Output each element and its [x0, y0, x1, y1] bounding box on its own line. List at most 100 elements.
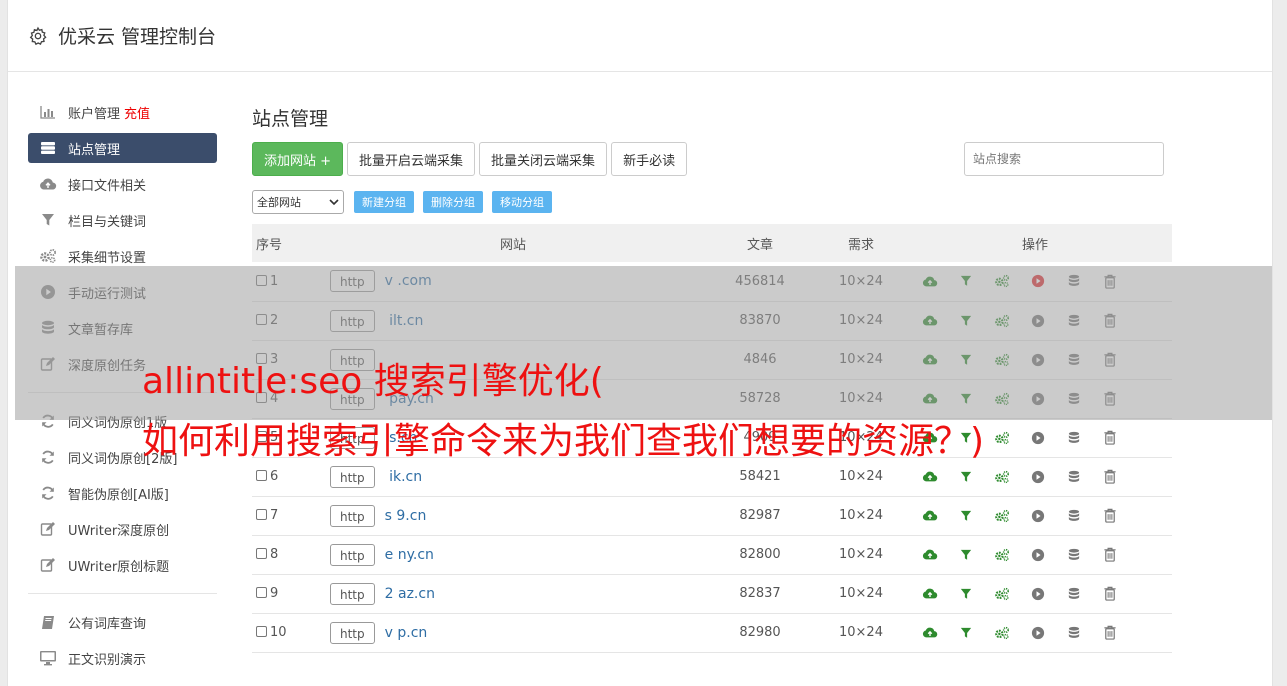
sidebar-item[interactable]: 栏目与关键词: [28, 202, 217, 238]
trash-icon[interactable]: [1092, 313, 1128, 328]
protocol-badge[interactable]: http: [330, 621, 375, 644]
cloud-upload-icon[interactable]: [912, 625, 948, 640]
sidebar-item[interactable]: 公有词库查询: [28, 604, 217, 640]
play-icon[interactable]: [1020, 547, 1056, 562]
database-icon[interactable]: [1056, 352, 1092, 367]
batch-open-cloud-button[interactable]: 批量开启云端采集: [347, 142, 476, 176]
database-icon[interactable]: [1056, 313, 1092, 328]
filter-icon[interactable]: [948, 391, 984, 406]
recharge-link[interactable]: 充值: [124, 103, 150, 122]
sidebar-item[interactable]: 采集细节设置: [28, 238, 217, 274]
row-checkbox[interactable]: [256, 587, 267, 598]
play-icon[interactable]: [1020, 391, 1056, 406]
play-icon[interactable]: [1020, 274, 1056, 289]
sidebar-item[interactable]: UWriter深度原创: [28, 511, 217, 547]
filter-icon[interactable]: [948, 274, 984, 289]
play-icon[interactable]: [1020, 508, 1056, 523]
play-icon[interactable]: [1020, 352, 1056, 367]
gears-icon[interactable]: [984, 352, 1020, 367]
trash-icon[interactable]: [1092, 274, 1128, 289]
site-link[interactable]: 2 az.cn: [385, 586, 435, 602]
database-icon[interactable]: [1056, 274, 1092, 289]
sidebar-item[interactable]: UWriter原创标题: [28, 547, 217, 583]
protocol-badge[interactable]: http: [330, 543, 375, 566]
gears-icon[interactable]: [984, 586, 1020, 601]
gears-icon[interactable]: [984, 391, 1020, 406]
site-link[interactable]: v p.cn: [385, 625, 428, 641]
row-checkbox[interactable]: [256, 626, 267, 637]
row-checkbox[interactable]: [256, 509, 267, 520]
cloud-upload-icon[interactable]: [912, 274, 948, 289]
add-site-button[interactable]: 添加网站 +: [252, 142, 344, 176]
trash-icon[interactable]: [1092, 352, 1128, 367]
cloud-upload-icon[interactable]: [912, 508, 948, 523]
cloud-upload-icon[interactable]: [912, 547, 948, 562]
article-count[interactable]: 4846: [696, 340, 824, 380]
cloud-upload-icon[interactable]: [912, 352, 948, 367]
sidebar-item[interactable]: 正文识别演示: [28, 640, 217, 676]
database-icon[interactable]: [1056, 391, 1092, 406]
trash-icon[interactable]: [1092, 508, 1128, 523]
filter-icon[interactable]: [948, 313, 984, 328]
guide-button[interactable]: 新手必读: [611, 142, 688, 176]
gears-icon[interactable]: [984, 274, 1020, 289]
protocol-badge[interactable]: http: [330, 582, 375, 605]
filter-icon[interactable]: [948, 508, 984, 523]
filter-icon[interactable]: [948, 625, 984, 640]
row-checkbox[interactable]: [256, 314, 267, 325]
group-select[interactable]: 全部网站: [252, 190, 344, 214]
protocol-badge[interactable]: http: [330, 504, 375, 527]
cloud-upload-icon[interactable]: [912, 469, 948, 484]
article-count[interactable]: 82800: [696, 535, 824, 575]
site-link[interactable]: ilt.cn: [385, 313, 423, 329]
sidebar-item[interactable]: 接口文件相关: [28, 166, 217, 202]
batch-close-cloud-button[interactable]: 批量关闭云端采集: [479, 142, 608, 176]
article-count[interactable]: 82987: [696, 496, 824, 536]
delete-group-button[interactable]: 删除分组: [423, 191, 483, 213]
article-count[interactable]: 83870: [696, 301, 824, 341]
site-link[interactable]: e ny.cn: [385, 547, 434, 563]
cloud-upload-icon[interactable]: [912, 313, 948, 328]
database-icon[interactable]: [1056, 469, 1092, 484]
trash-icon[interactable]: [1092, 547, 1128, 562]
filter-icon[interactable]: [948, 586, 984, 601]
trash-icon[interactable]: [1092, 469, 1128, 484]
play-icon[interactable]: [1020, 625, 1056, 640]
row-checkbox[interactable]: [256, 470, 267, 481]
gears-icon[interactable]: [984, 469, 1020, 484]
gears-icon[interactable]: [984, 430, 1020, 445]
row-checkbox[interactable]: [256, 548, 267, 559]
database-icon[interactable]: [1056, 430, 1092, 445]
sidebar-item[interactable]: 文章暂存库: [28, 310, 217, 346]
site-link[interactable]: v .com: [385, 273, 432, 289]
row-checkbox[interactable]: [256, 274, 267, 286]
move-group-button[interactable]: 移动分组: [492, 191, 552, 213]
sidebar-item[interactable]: 手动运行测试: [28, 274, 217, 310]
trash-icon[interactable]: [1092, 625, 1128, 640]
cloud-upload-icon[interactable]: [912, 586, 948, 601]
filter-icon[interactable]: [948, 352, 984, 367]
article-count[interactable]: 82837: [696, 574, 824, 614]
protocol-badge[interactable]: http: [330, 465, 375, 488]
play-icon[interactable]: [1020, 313, 1056, 328]
article-count[interactable]: 82980: [696, 613, 824, 653]
protocol-badge[interactable]: http: [330, 270, 375, 293]
new-group-button[interactable]: 新建分组: [354, 191, 414, 213]
site-link[interactable]: ik.cn: [385, 469, 422, 485]
database-icon[interactable]: [1056, 547, 1092, 562]
sidebar-item[interactable]: 站点管理: [28, 133, 217, 163]
filter-icon[interactable]: [948, 547, 984, 562]
filter-icon[interactable]: [948, 469, 984, 484]
play-icon[interactable]: [1020, 586, 1056, 601]
play-icon[interactable]: [1020, 469, 1056, 484]
site-link[interactable]: s 9.cn: [385, 508, 427, 524]
sidebar-item[interactable]: 智能伪原创[AI版]: [28, 475, 217, 511]
trash-icon[interactable]: [1092, 430, 1128, 445]
play-icon[interactable]: [1020, 430, 1056, 445]
gears-icon[interactable]: [984, 547, 1020, 562]
gears-icon[interactable]: [984, 508, 1020, 523]
trash-icon[interactable]: [1092, 586, 1128, 601]
trash-icon[interactable]: [1092, 391, 1128, 406]
database-icon[interactable]: [1056, 625, 1092, 640]
site-search-input[interactable]: [964, 142, 1164, 176]
